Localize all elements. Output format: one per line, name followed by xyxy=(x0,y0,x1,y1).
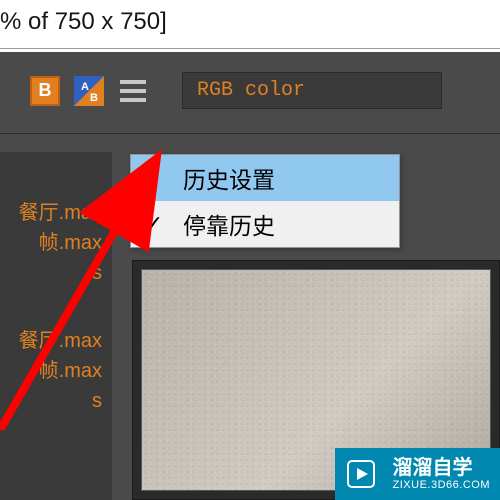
color-mode-field[interactable]: RGB color xyxy=(182,72,442,109)
svg-text:A: A xyxy=(81,81,89,93)
menu-item-dock-history[interactable]: ✓ 停靠历史 xyxy=(131,201,399,247)
list-item[interactable]: 餐厅.max 帧.max s xyxy=(0,318,112,446)
divider xyxy=(0,133,500,134)
watermark: 溜溜自学 ZIXUE.3D66.COM xyxy=(335,448,500,500)
history-sidebar: 餐厅.max 帧.max s 餐厅.max 帧.max s xyxy=(0,152,112,500)
menu-item-history-settings[interactable]: 历史设置 xyxy=(131,155,399,201)
watermark-text: 溜溜自学 ZIXUE.3D66.COM xyxy=(387,448,500,500)
window-title: % of 750 x 750] xyxy=(0,0,500,49)
svg-text:B: B xyxy=(90,92,98,104)
hamburger-menu-icon[interactable] xyxy=(118,76,148,106)
compare-ab-icon[interactable]: A B xyxy=(74,76,104,106)
bold-icon[interactable]: B xyxy=(30,76,60,106)
app-body: B A B RGB color 餐厅.max 帧.max s 餐厅. xyxy=(0,52,500,500)
check-icon: ✓ xyxy=(131,211,177,237)
context-menu: 历史设置 ✓ 停靠历史 xyxy=(130,154,400,248)
toolbar: B A B RGB color xyxy=(0,52,500,129)
list-item[interactable]: 餐厅.max 帧.max s xyxy=(0,190,112,318)
play-icon xyxy=(335,448,387,500)
title-text: % of 750 x 750] xyxy=(0,8,167,35)
